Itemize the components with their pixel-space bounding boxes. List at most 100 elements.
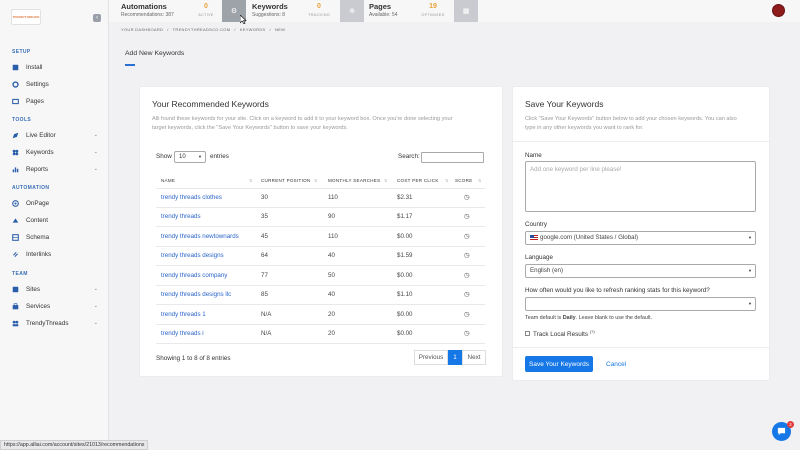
language-select[interactable]: English (en) ▼: [525, 264, 756, 278]
keyword-link[interactable]: trendy threads: [161, 213, 201, 220]
us-flag-icon: [530, 234, 538, 240]
sidebar-item-settings[interactable]: Settings: [12, 78, 100, 90]
clock-icon[interactable]: ◷: [464, 251, 470, 259]
col-current-position[interactable]: CURRENT POSITION: [261, 178, 310, 183]
sidebar-item-schema[interactable]: Schema: [12, 231, 100, 243]
sort-icon[interactable]: ⇅: [314, 178, 317, 183]
mouse-cursor-icon: [240, 15, 247, 24]
breadcrumb-dashboard[interactable]: YOUR DASHBOARD: [121, 27, 163, 32]
clock-icon[interactable]: ◷: [464, 310, 470, 318]
gear-icon: [12, 80, 19, 88]
monthly-searches: 40: [328, 252, 335, 259]
col-score[interactable]: SCORE: [455, 178, 473, 183]
breadcrumb-keywords[interactable]: KEYWORDS: [240, 27, 266, 32]
pages-stat[interactable]: Pages Available: 54 19 OPTIMIZED: [369, 0, 464, 22]
clock-icon[interactable]: ◷: [464, 329, 470, 337]
cancel-button[interactable]: Cancel: [606, 361, 626, 368]
breadcrumb-site[interactable]: TRENDYTHREADSCO.COM: [173, 27, 231, 32]
sidebar-item-label: Install: [26, 63, 43, 71]
breadcrumb-separator: /: [269, 27, 271, 32]
sidebar-item-keywords[interactable]: Keywords ⌄: [12, 146, 100, 158]
keyword-link[interactable]: trendy threads 1: [161, 311, 206, 318]
tab-add-new-keywords[interactable]: Add New Keywords: [125, 50, 184, 57]
clock-icon[interactable]: ◷: [464, 290, 470, 298]
clock-icon[interactable]: ◷: [464, 193, 470, 201]
chevron-left-icon[interactable]: ‹: [93, 14, 101, 22]
breadcrumb: YOUR DASHBOARD / TRENDYTHREADSCO.COM / K…: [121, 27, 285, 32]
name-label: Name: [525, 152, 542, 159]
cost-per-click: $0.00: [397, 311, 413, 318]
keywords-stat[interactable]: Keywords Suggestions: 8 0 TRACKING: [252, 0, 347, 22]
keyword-link[interactable]: trendy threads newtownards: [161, 233, 239, 240]
col-cost-per-click[interactable]: COST PER CLICK: [397, 178, 439, 183]
keyword-link[interactable]: trendy threads i: [161, 330, 204, 337]
automations-count-label: ACTIVE: [198, 13, 214, 17]
automations-stat[interactable]: Automations Recommendations: 387 0 ACTIV…: [121, 0, 221, 22]
sort-icon[interactable]: ⇅: [445, 178, 448, 183]
col-monthly-searches[interactable]: MONTHLY SEARCHES: [328, 178, 380, 183]
keyword-link[interactable]: trendy threads designs: [161, 252, 224, 259]
refresh-select[interactable]: ▼: [525, 297, 756, 311]
tab-underline: [125, 64, 135, 66]
sort-icon[interactable]: ⇅: [478, 178, 481, 183]
country-select[interactable]: google.com (United States / Global) ▼: [525, 231, 756, 245]
sidebar-item-onpage[interactable]: OnPage: [12, 197, 100, 209]
content-icon: [12, 217, 19, 224]
sidebar-item-interlinks[interactable]: Interlinks: [12, 248, 100, 260]
site-logo[interactable]: TRENDYTHREADS: [11, 9, 41, 25]
pages-tab-icon[interactable]: ▦: [454, 0, 478, 22]
refresh-note: Team default is Daily. Leave blank to us…: [525, 315, 652, 321]
sidebar-item-sites[interactable]: Sites ⌄: [12, 283, 100, 295]
sidebar-item-trendythreads[interactable]: TrendyThreads ⌄: [12, 317, 100, 329]
section-team: TEAM: [12, 271, 28, 277]
col-name[interactable]: NAME: [161, 178, 175, 183]
keyword-link[interactable]: trendy threads designs llc: [161, 291, 231, 298]
current-position: 77: [261, 272, 268, 279]
sidebar-item-install[interactable]: Install: [12, 61, 100, 73]
search-input[interactable]: [421, 152, 484, 163]
refresh-label: How often would you like to refresh rank…: [525, 287, 710, 294]
card-divider: [512, 141, 770, 142]
entries-select[interactable]: 10 ▼: [174, 151, 206, 163]
clock-icon[interactable]: ◷: [464, 271, 470, 279]
sidebar-item-content[interactable]: Content: [12, 214, 100, 226]
keywords-textarea[interactable]: Add one keyword per line please!: [525, 161, 756, 212]
avatar[interactable]: [772, 4, 785, 17]
save-desc-2: type in any other keywords you want to r…: [525, 125, 644, 131]
chevron-down-icon: ▼: [748, 301, 752, 306]
sidebar-item-reports[interactable]: Reports ⌄: [12, 163, 100, 175]
keyword-link[interactable]: trendy threads clothes: [161, 194, 222, 201]
section-tools: TOOLS: [12, 117, 32, 123]
keyword-link[interactable]: trendy threads company: [161, 272, 227, 279]
cost-per-click: $2.31: [397, 194, 413, 201]
sidebar-item-label: Sites: [26, 285, 40, 293]
save-keywords-button[interactable]: Save Your Keywords: [525, 356, 593, 372]
table-row-divider: [156, 246, 485, 247]
sort-icon[interactable]: ⇅: [384, 178, 387, 183]
track-local-checkbox[interactable]: [525, 331, 530, 336]
clock-icon[interactable]: ◷: [464, 232, 470, 240]
pagination-next[interactable]: Next: [462, 350, 486, 365]
sidebar-item-live-editor[interactable]: Live Editor ⌄: [12, 129, 100, 141]
keywords-count: 0: [317, 3, 321, 10]
country-label: Country: [525, 221, 548, 228]
help-icon[interactable]: (?): [590, 329, 595, 334]
sort-icon[interactable]: ⇅: [249, 178, 252, 183]
language-value: English (en): [530, 267, 564, 274]
pagination-previous[interactable]: Previous: [414, 350, 448, 365]
cost-per-click: $0.00: [397, 233, 413, 240]
sidebar-item-services[interactable]: Services ⌄: [12, 300, 100, 312]
monthly-searches: 90: [328, 213, 335, 220]
sidebar-item-pages[interactable]: Pages: [12, 95, 100, 107]
entries-value: 10: [179, 154, 186, 160]
track-local-text: Track Local Results: [533, 331, 589, 339]
keywords-tab-icon[interactable]: ⊕: [340, 0, 364, 22]
save-desc-1: Click "Save Your Keywords" button below …: [525, 116, 737, 122]
show-label: Show: [156, 153, 172, 160]
monthly-searches: 20: [328, 311, 335, 318]
monthly-searches: 110: [328, 194, 338, 201]
clock-icon[interactable]: ◷: [464, 212, 470, 220]
pagination-page-1[interactable]: 1: [448, 350, 462, 365]
monthly-searches: 110: [328, 233, 338, 240]
current-position: 35: [261, 213, 268, 220]
